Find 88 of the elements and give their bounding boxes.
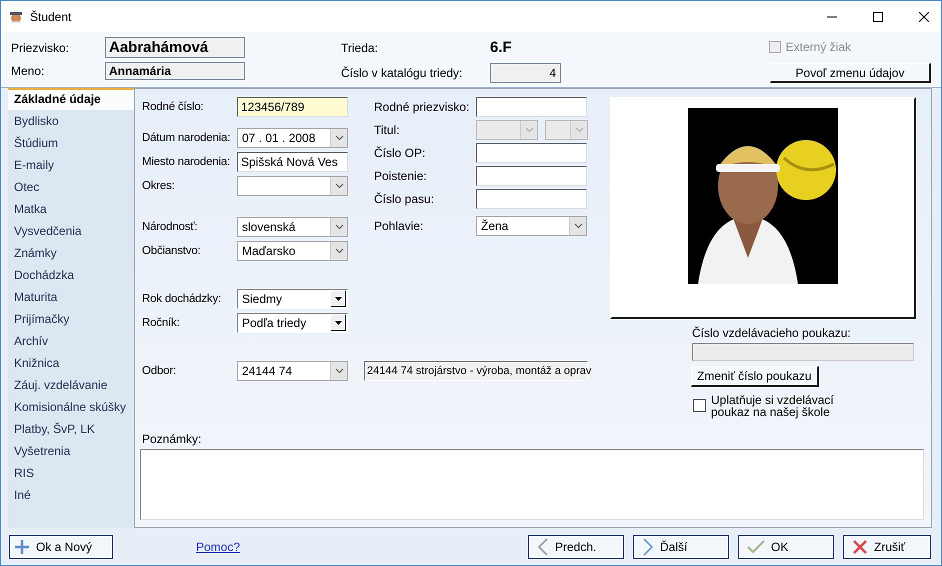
- dropdown[interactable]: Siedmy: [237, 289, 348, 309]
- sidebar-item[interactable]: Bydlisko: [8, 110, 134, 132]
- close-icon: [852, 538, 868, 554]
- field-label: Číslo v katalógu triedy:: [341, 66, 464, 80]
- unlock-button[interactable]: Povoľ zmenu údajov: [770, 63, 931, 83]
- help-link[interactable]: Pomoc?: [196, 540, 240, 554]
- combo-box[interactable]: Maďarsko: [237, 241, 348, 261]
- sidebar-item[interactable]: RIS: [8, 462, 134, 484]
- chevron-down-icon: [574, 127, 584, 133]
- field-label: Dátum narodenia:: [142, 132, 232, 144]
- sidebar-item[interactable]: Maturita: [8, 286, 134, 308]
- text-field[interactable]: [476, 166, 587, 186]
- field-label: Číslo vzdelávacieho poukazu:: [692, 326, 852, 340]
- checkbox-label: Uplatňuje si vzdelávací poukaz na našej škole: [711, 394, 835, 418]
- text-field[interactable]: [476, 143, 587, 163]
- text-field[interactable]: 123456/789: [237, 97, 348, 117]
- sidebar-item[interactable]: Záuj. vzdelávanie: [8, 374, 134, 396]
- change-voucher-button[interactable]: Zmeniť číslo poukazu: [691, 366, 819, 387]
- maximize-icon[interactable]: [873, 12, 883, 22]
- field-label: Odbor:: [142, 365, 177, 377]
- field-label: Poznámky:: [142, 432, 202, 446]
- sidebar-item[interactable]: Štúdium: [8, 132, 134, 154]
- sidebar-item[interactable]: Prijímačky: [8, 308, 134, 330]
- chevron-down-icon: [334, 183, 344, 189]
- name-field[interactable]: Aabrahámová: [105, 37, 245, 58]
- field-label: Meno:: [11, 64, 46, 78]
- combo-box[interactable]: slovenská: [237, 217, 348, 237]
- chevron-down-icon: [334, 368, 344, 374]
- ok-button[interactable]: OK: [738, 534, 834, 558]
- field-label: Miesto narodenia:: [142, 156, 232, 168]
- text-field[interactable]: [476, 97, 587, 117]
- sidebar-item[interactable]: Platby, ŠvP, LK: [8, 418, 134, 440]
- sidebar-item[interactable]: Iné: [8, 484, 134, 506]
- field-label: Občianstvo:: [142, 245, 202, 257]
- sidebar-item[interactable]: Knižnica: [8, 352, 134, 374]
- field-label: Národnosť:: [142, 221, 198, 233]
- sidebar-item[interactable]: Otec: [8, 176, 134, 198]
- sidebar-item[interactable]: Vyšetrenia: [8, 440, 134, 462]
- sidebar-item[interactable]: Základné údaje: [8, 88, 134, 110]
- checkmark-icon: [747, 540, 765, 554]
- plus-icon: [14, 538, 30, 554]
- chevron-down-icon: [334, 224, 344, 230]
- checkbox[interactable]: [693, 399, 706, 412]
- field-label: Titul:: [374, 123, 401, 137]
- sidebar-item[interactable]: Dochádzka: [8, 264, 134, 286]
- field-label: Rodné priezvisko:: [374, 100, 470, 114]
- voucher-number-field[interactable]: [692, 343, 914, 361]
- combo-box[interactable]: Žena: [476, 216, 587, 236]
- text-field[interactable]: Spišská Nová Ves: [237, 152, 348, 172]
- sidebar-item[interactable]: E-maily: [8, 154, 134, 176]
- field-label: Okres:: [142, 180, 176, 192]
- field-label: Číslo OP:: [374, 146, 426, 160]
- sidebar-item[interactable]: Komisionálne skúšky: [8, 396, 134, 418]
- field-label: Číslo pasu:: [374, 192, 436, 206]
- date-picker[interactable]: 07 . 01 . 2008: [237, 128, 348, 148]
- field-label: Poistenie:: [374, 169, 428, 183]
- chevron-right-icon: [642, 538, 654, 556]
- chevron-down-icon: [574, 223, 582, 229]
- previous-button[interactable]: Predch.: [528, 534, 624, 558]
- ok-and-new-button[interactable]: Ok a Nový: [9, 534, 113, 558]
- triangle-down-icon: [334, 296, 342, 300]
- sidebar-item[interactable]: Známky: [8, 242, 134, 264]
- combo-box[interactable]: 24144 74: [237, 361, 348, 381]
- next-button[interactable]: Ďalší: [633, 534, 729, 558]
- window-title: Študent: [30, 10, 72, 24]
- sidebar-item[interactable]: Vysvedčenia: [8, 220, 134, 242]
- field-label: Priezvisko:: [11, 40, 70, 54]
- dropdown[interactable]: Podľa triedy: [237, 313, 348, 333]
- class-value: 6.F: [490, 38, 512, 58]
- chevron-down-icon: [334, 135, 344, 141]
- chevron-left-icon: [537, 538, 549, 556]
- close-icon[interactable]: [919, 12, 929, 22]
- checkbox-label: Externý žiak: [786, 40, 851, 54]
- field-label: Pohlavie:: [374, 219, 424, 233]
- field-label: Rok dochádzky:: [142, 293, 222, 305]
- cancel-button[interactable]: Zrušiť: [843, 534, 931, 558]
- name-field[interactable]: Annamária: [105, 62, 245, 80]
- catalog-number-field[interactable]: 4: [490, 63, 561, 83]
- field-label: Rodné číslo:: [142, 101, 205, 113]
- chevron-down-icon: [334, 248, 344, 254]
- chevron-down-icon: [524, 127, 534, 133]
- triangle-down-icon: [334, 320, 342, 324]
- text-field[interactable]: [476, 189, 587, 209]
- field-label: Trieda:: [341, 40, 379, 54]
- sidebar-item[interactable]: Matka: [8, 198, 134, 220]
- field-label: Ročník:: [142, 317, 181, 329]
- sidebar-item[interactable]: Archív: [8, 330, 134, 352]
- notes-field[interactable]: [140, 449, 924, 520]
